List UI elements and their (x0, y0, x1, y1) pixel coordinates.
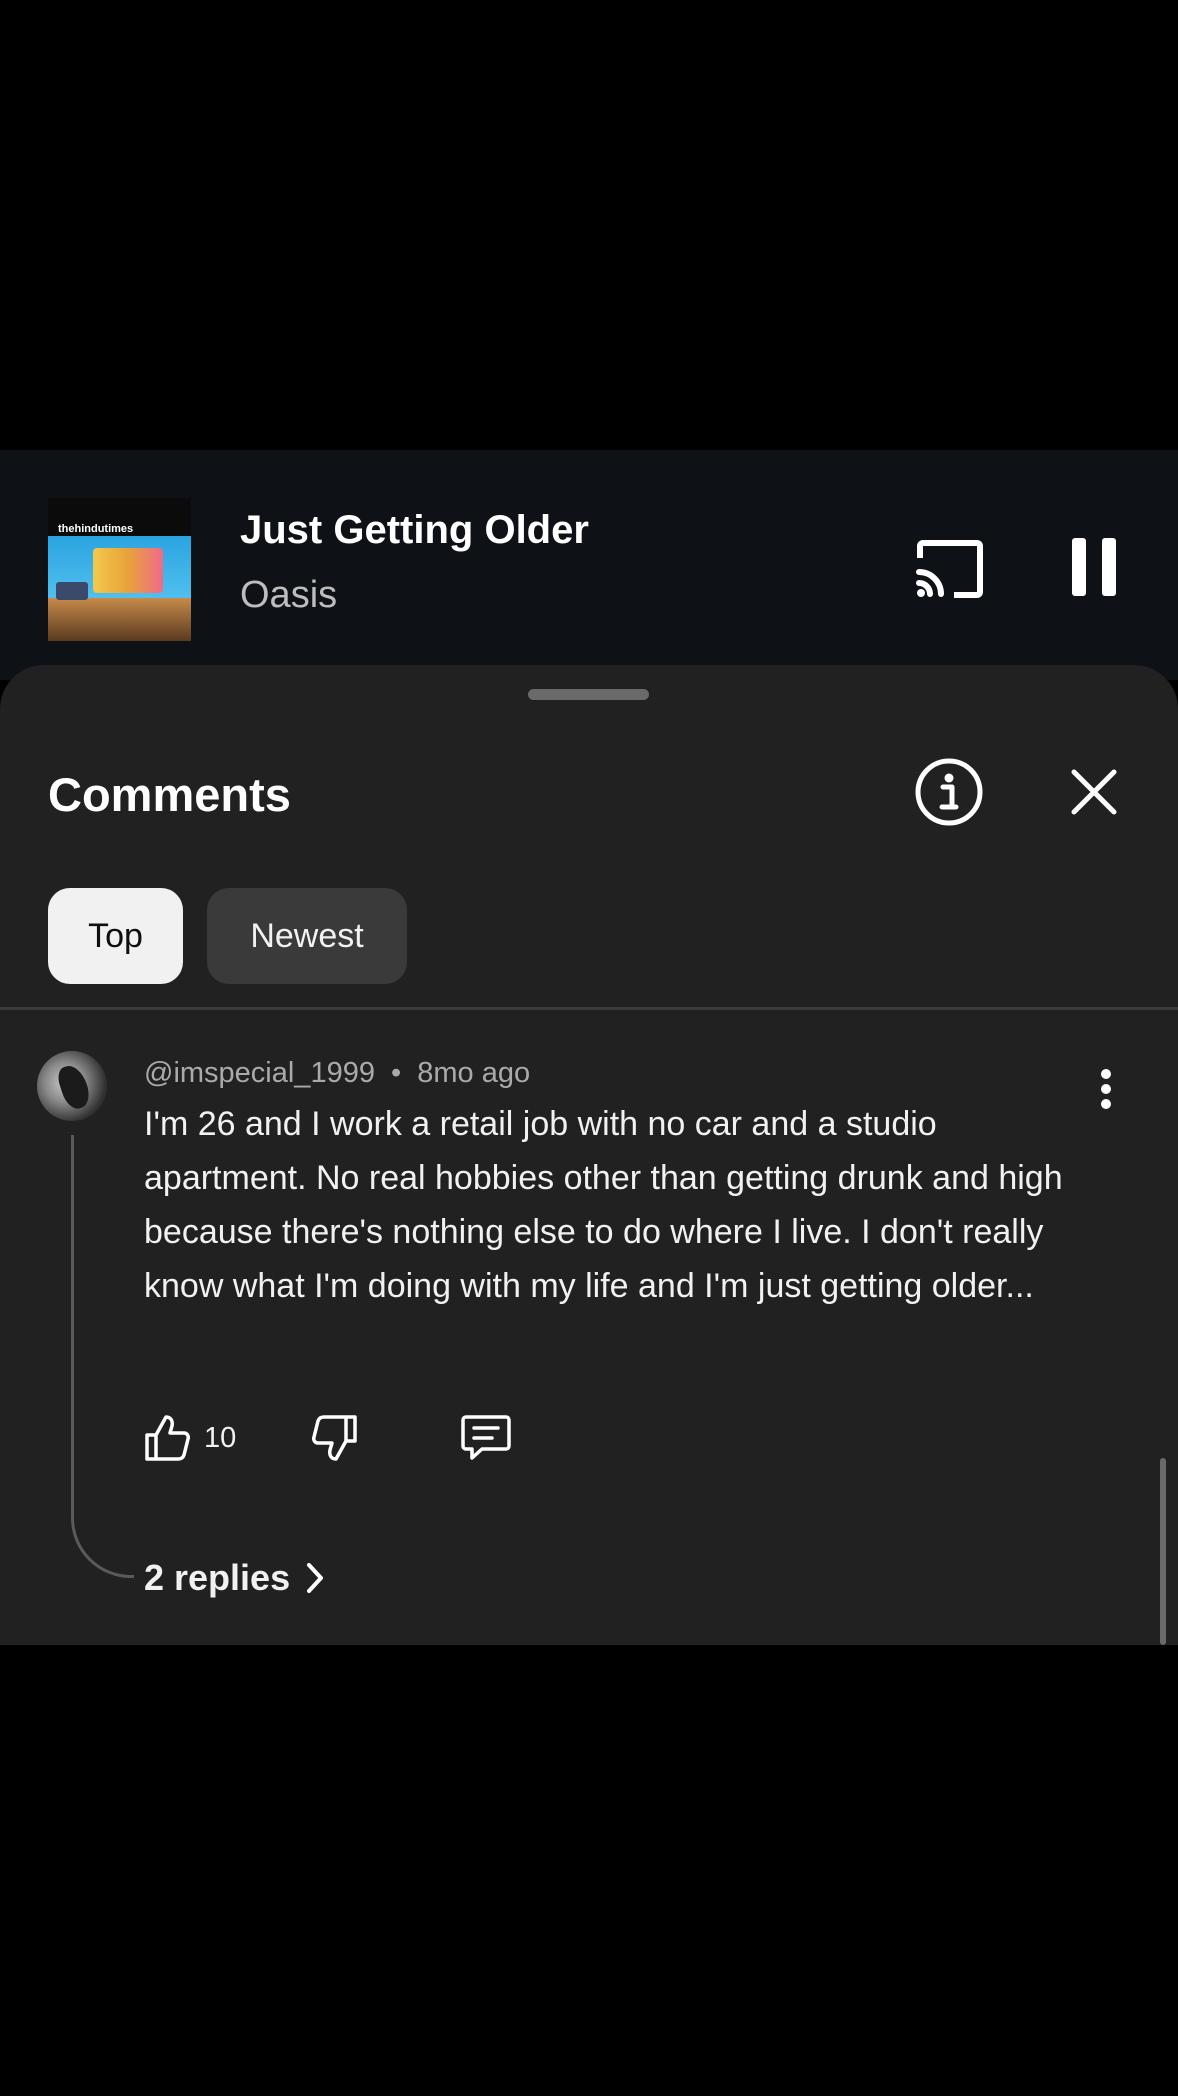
mini-player[interactable]: thehindutimes Just Getting Older Oasis (0, 450, 1178, 680)
reply-button[interactable] (460, 1413, 512, 1463)
avatar[interactable] (37, 1051, 107, 1121)
replies-link[interactable]: 2 replies (144, 1553, 326, 1603)
avatar-figure (54, 1062, 94, 1112)
pause-icon (1068, 534, 1120, 600)
sort-chip-newest[interactable]: Newest (207, 888, 407, 984)
like-count: 10 (204, 1422, 237, 1454)
comment-text: I'm 26 and I work a retail job with no c… (144, 1105, 1063, 1305)
album-art-text: thehindutimes (58, 523, 134, 535)
divider (0, 1007, 1178, 1010)
info-icon (914, 757, 984, 827)
cast-button[interactable] (914, 538, 984, 600)
comments-title: Comments (48, 768, 291, 821)
comment-more-button[interactable] (1090, 1065, 1122, 1115)
scrollbar[interactable] (1160, 1458, 1166, 1645)
comment-icon (460, 1413, 512, 1463)
drag-handle[interactable] (528, 689, 649, 700)
comment-author[interactable]: @imspecial_1999 (144, 1057, 375, 1089)
close-icon (1068, 757, 1120, 827)
track-title[interactable]: Just Getting Older (240, 508, 589, 553)
album-art-bus (56, 582, 88, 600)
sort-chip-top[interactable]: Top (48, 888, 183, 984)
meta-separator: • (391, 1057, 402, 1089)
album-art-ground (48, 598, 191, 641)
dislike-button[interactable] (312, 1413, 360, 1463)
comment-meta: @imspecial_1999 • 8mo ago (144, 1057, 530, 1090)
close-button[interactable] (1068, 757, 1120, 827)
more-vertical-icon (1090, 1065, 1122, 1115)
chevron-right-icon (290, 1561, 326, 1595)
thumbs-down-icon (312, 1413, 360, 1463)
pause-button[interactable] (1068, 534, 1120, 600)
album-art-building (93, 548, 163, 593)
cast-icon (914, 538, 984, 600)
comment-time: 8mo ago (417, 1057, 531, 1089)
thread-line (71, 1135, 134, 1578)
replies-label: 2 replies (144, 1557, 291, 1598)
track-artist[interactable]: Oasis (240, 574, 337, 617)
comments-sheet: Comments Top Newest @imspecial_1999 • 8m… (0, 665, 1178, 1645)
album-art[interactable]: thehindutimes (48, 498, 191, 641)
info-button[interactable] (914, 757, 984, 827)
